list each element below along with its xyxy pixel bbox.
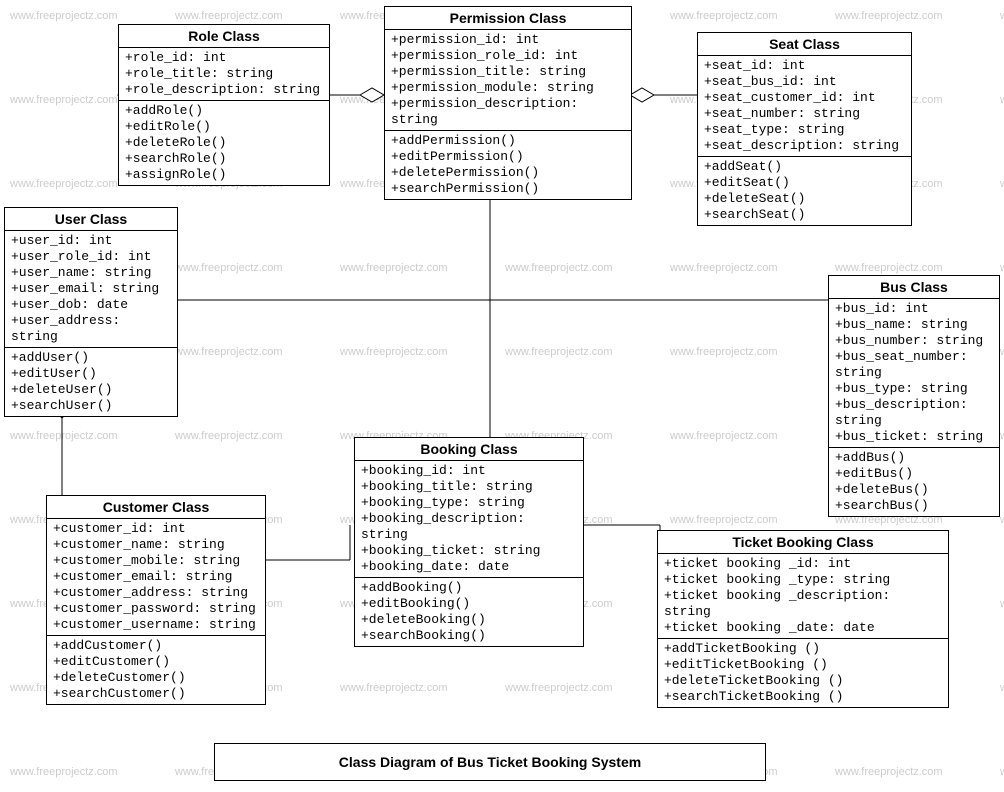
watermark: www.freeprojectz.com xyxy=(175,346,283,358)
class-bus: Bus Class +bus_id: int+bus_name: string+… xyxy=(828,275,1000,517)
watermark: www.freeprojectz.com xyxy=(835,10,943,22)
watermark: www.freeprojectz.com xyxy=(670,10,778,22)
class-title: Ticket Booking Class xyxy=(658,531,948,554)
watermark: www.freeprojectz.com xyxy=(10,430,118,442)
watermark: www.freeprojectz.com xyxy=(10,178,118,190)
class-role: Role Class +role_id: int+role_title: str… xyxy=(118,24,330,186)
methods: +addPermission()+editPermission()+delete… xyxy=(385,131,631,199)
class-title: Role Class xyxy=(119,25,329,48)
attrs: +permission_id: int+permission_role_id: … xyxy=(385,30,631,131)
watermark: www.freeprojectz.com xyxy=(1000,766,1004,778)
watermark: www.freeprojectz.com xyxy=(1000,346,1004,358)
watermark: www.freeprojectz.com xyxy=(1000,430,1004,442)
watermark: www.freeprojectz.com xyxy=(340,682,448,694)
diagram-title: Class Diagram of Bus Ticket Booking Syst… xyxy=(214,743,766,781)
class-title: Bus Class xyxy=(829,276,999,299)
watermark: www.freeprojectz.com xyxy=(10,10,118,22)
watermark: www.freeprojectz.com xyxy=(175,10,283,22)
watermark: www.freeprojectz.com xyxy=(340,346,448,358)
attrs: +booking_id: int+booking_title: string+b… xyxy=(355,461,583,578)
methods: +addBooking()+editBooking()+deleteBookin… xyxy=(355,578,583,646)
watermark: www.freeprojectz.com xyxy=(670,514,778,526)
watermark: www.freeprojectz.com xyxy=(1000,514,1004,526)
class-title: Customer Class xyxy=(47,496,265,519)
class-title: Seat Class xyxy=(698,33,911,56)
methods: +addCustomer()+editCustomer()+deleteCust… xyxy=(47,636,265,704)
watermark: www.freeprojectz.com xyxy=(340,262,448,274)
watermark: www.freeprojectz.com xyxy=(835,262,943,274)
methods: +addBus()+editBus()+deleteBus()+searchBu… xyxy=(829,448,999,516)
watermark: www.freeprojectz.com xyxy=(1000,682,1004,694)
methods: +addUser()+editUser()+deleteUser()+searc… xyxy=(5,348,177,416)
watermark: www.freeprojectz.com xyxy=(670,262,778,274)
watermark: www.freeprojectz.com xyxy=(10,94,118,106)
attrs: +customer_id: int+customer_name: string+… xyxy=(47,519,265,636)
class-customer: Customer Class +customer_id: int+custome… xyxy=(46,495,266,705)
watermark: www.freeprojectz.com xyxy=(505,262,613,274)
class-booking: Booking Class +booking_id: int+booking_t… xyxy=(354,437,584,647)
class-title: User Class xyxy=(5,208,177,231)
watermark: www.freeprojectz.com xyxy=(175,430,283,442)
watermark: www.freeprojectz.com xyxy=(505,682,613,694)
class-permission: Permission Class +permission_id: int+per… xyxy=(384,6,632,200)
watermark: www.freeprojectz.com xyxy=(1000,94,1004,106)
watermark: www.freeprojectz.com xyxy=(10,766,118,778)
class-title: Permission Class xyxy=(385,7,631,30)
class-title: Booking Class xyxy=(355,438,583,461)
methods: +addRole()+editRole()+deleteRole()+searc… xyxy=(119,101,329,185)
attrs: +seat_id: int+seat_bus_id: int+seat_cust… xyxy=(698,56,911,157)
class-ticket-booking: Ticket Booking Class +ticket booking _id… xyxy=(657,530,949,708)
watermark: www.freeprojectz.com xyxy=(670,430,778,442)
attrs: +ticket booking _id: int+ticket booking … xyxy=(658,554,948,639)
watermark: www.freeprojectz.com xyxy=(835,766,943,778)
attrs: +role_id: int+role_title: string+role_de… xyxy=(119,48,329,101)
watermark: www.freeprojectz.com xyxy=(505,346,613,358)
watermark: www.freeprojectz.com xyxy=(670,346,778,358)
watermark: www.freeprojectz.com xyxy=(1000,178,1004,190)
watermark: www.freeprojectz.com xyxy=(1000,598,1004,610)
watermark: www.freeprojectz.com xyxy=(175,262,283,274)
class-user: User Class +user_id: int+user_role_id: i… xyxy=(4,207,178,417)
attrs: +bus_id: int+bus_name: string+bus_number… xyxy=(829,299,999,448)
watermark: www.freeprojectz.com xyxy=(1000,262,1004,274)
class-seat: Seat Class +seat_id: int+seat_bus_id: in… xyxy=(697,32,912,226)
attrs: +user_id: int+user_role_id: int+user_nam… xyxy=(5,231,177,348)
methods: +addTicketBooking ()+editTicketBooking (… xyxy=(658,639,948,707)
methods: +addSeat()+editSeat()+deleteSeat()+searc… xyxy=(698,157,911,225)
watermark: www.freeprojectz.com xyxy=(1000,10,1004,22)
